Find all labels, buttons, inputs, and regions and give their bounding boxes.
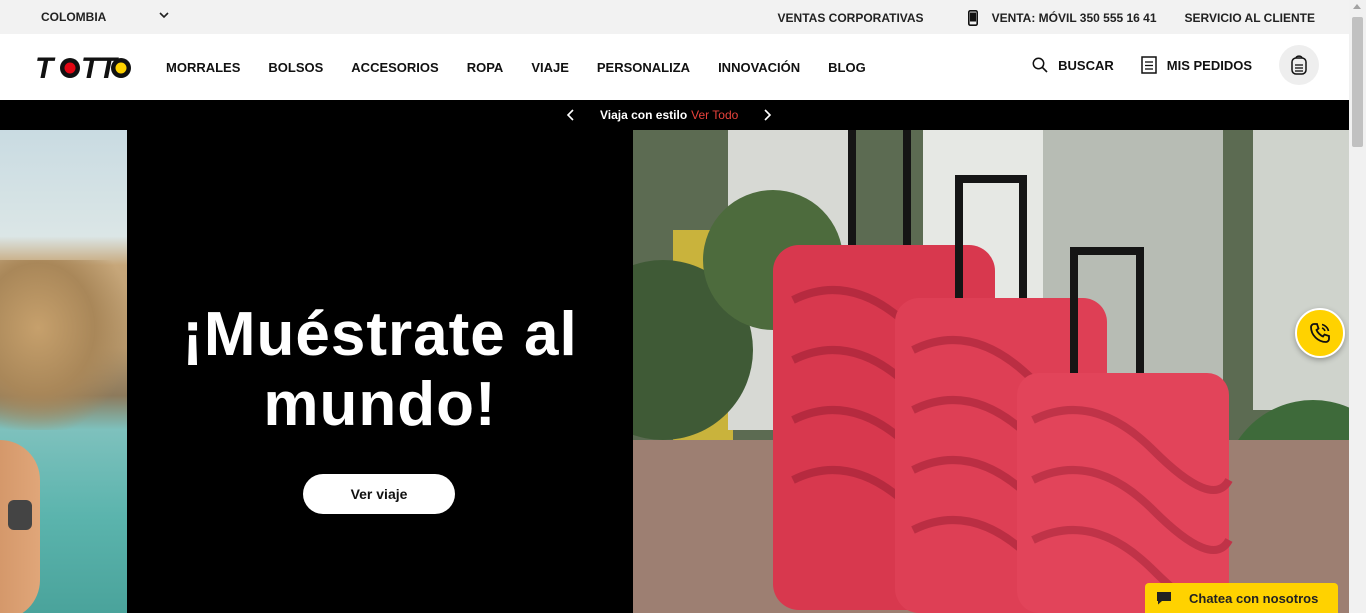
cart-button[interactable] xyxy=(1279,45,1319,85)
topbar-links: VENTAS CORPORATIVAS VENTA: MÓVIL 350 555… xyxy=(778,10,1315,26)
nav-item-morrales[interactable]: MORRALES xyxy=(166,60,240,75)
luggage-photo xyxy=(633,130,1349,613)
promo-carousel: Viaja con estilo Ver Todo xyxy=(566,108,772,122)
search-button[interactable]: BUSCAR xyxy=(1032,57,1114,73)
orders-button[interactable]: MIS PEDIDOS xyxy=(1141,56,1252,74)
hero-cta-button[interactable]: Ver viaje xyxy=(303,474,455,514)
customer-service-link[interactable]: SERVICIO AL CLIENTE xyxy=(1185,11,1315,25)
nav-item-bolsos[interactable]: BOLSOS xyxy=(268,60,323,75)
hero-title: ¡Muéstrate al mundo! xyxy=(127,300,633,440)
hero-banner: ¡Muéstrate al mundo! Ver viaje xyxy=(0,130,1349,613)
corporate-sales-link[interactable]: VENTAS CORPORATIVAS xyxy=(778,11,924,25)
scroll-thumb[interactable] xyxy=(1352,17,1363,147)
hero-title-line2: mundo! xyxy=(263,370,497,439)
chevron-down-icon[interactable] xyxy=(158,9,170,21)
country-selector[interactable]: COLOMBIA xyxy=(41,10,106,24)
phone-sales-label: VENTA: MÓVIL 350 555 16 41 xyxy=(991,11,1157,25)
hero-text-panel: ¡Muéstrate al mundo! Ver viaje xyxy=(127,130,633,613)
phone-call-icon xyxy=(1310,323,1330,343)
cliff-shape xyxy=(0,260,127,430)
phone-sales-link[interactable]: VENTA: MÓVIL 350 555 16 41 xyxy=(967,10,1157,26)
totto-logo[interactable]: T TT xyxy=(35,51,135,83)
scroll-up-arrow-icon[interactable] xyxy=(1353,4,1361,9)
promo-text: Viaja con estilo xyxy=(600,108,688,122)
svg-text:T: T xyxy=(35,52,56,83)
nav-item-accesorios[interactable]: ACCESORIOS xyxy=(351,60,438,75)
hero-title-line1: ¡Muéstrate al xyxy=(182,300,578,369)
nav-item-personaliza[interactable]: PERSONALIZA xyxy=(597,60,690,75)
country-label: COLOMBIA xyxy=(41,10,107,24)
chat-label: Chatea con nosotros xyxy=(1189,590,1319,606)
luggage-illustration xyxy=(633,130,1349,613)
document-list-icon xyxy=(1141,56,1157,74)
mobile-phone-icon xyxy=(967,10,978,26)
nav-item-viaje[interactable]: VIAJE xyxy=(531,60,569,75)
call-button[interactable] xyxy=(1295,308,1345,358)
watch-shape xyxy=(8,500,32,530)
search-label: BUSCAR xyxy=(1058,57,1114,73)
promo-link[interactable]: Ver Todo xyxy=(691,108,738,122)
chat-bubble-icon xyxy=(1157,592,1171,605)
page-scrollbar[interactable] xyxy=(1349,0,1366,613)
chat-widget-button[interactable]: Chatea con nosotros xyxy=(1145,583,1338,613)
top-utility-bar: COLOMBIA VENTAS CORPORATIVAS VENTA: MÓVI… xyxy=(0,0,1349,34)
search-icon xyxy=(1032,57,1048,73)
chevron-right-icon[interactable] xyxy=(762,109,772,121)
orders-label: MIS PEDIDOS xyxy=(1166,57,1252,73)
main-nav: MORRALES BOLSOS ACCESORIOS ROPA VIAJE PE… xyxy=(166,60,894,75)
nav-item-innovacion[interactable]: INNOVACIÓN xyxy=(718,60,800,75)
header-actions: BUSCAR MIS PEDIDOS xyxy=(1032,45,1319,85)
backpack-icon xyxy=(1291,55,1307,75)
promo-strip: Viaja con estilo Ver Todo xyxy=(0,100,1349,130)
nav-item-blog[interactable]: BLOG xyxy=(828,60,866,75)
chevron-left-icon[interactable] xyxy=(566,109,576,121)
main-header: T TT MORRALES BOLSOS ACCESORIOS ROPA VIA… xyxy=(0,34,1349,100)
nav-item-ropa[interactable]: ROPA xyxy=(467,60,504,75)
beach-photo xyxy=(0,130,127,613)
